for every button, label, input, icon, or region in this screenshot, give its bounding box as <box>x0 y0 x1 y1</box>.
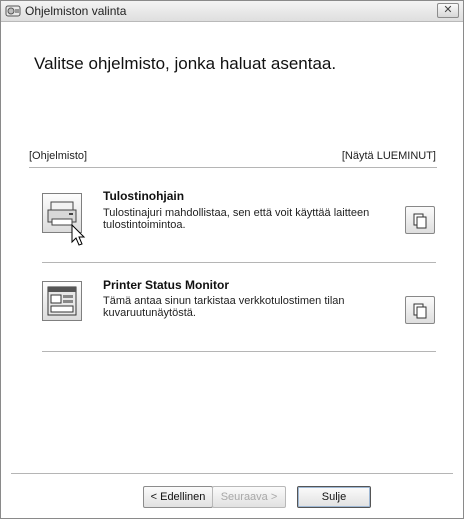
footer-divider <box>11 473 453 474</box>
item-divider <box>42 351 436 352</box>
dialog-window: Ohjelmiston valinta ✕ Valitse ohjelmisto… <box>0 0 464 519</box>
page-heading: Valitse ohjelmisto, jonka haluat asentaa… <box>34 54 337 73</box>
software-column-label: [Ohjelmisto] <box>29 150 88 162</box>
next-button[interactable]: Seuraava > <box>212 486 286 508</box>
title-bar: Ohjelmiston valinta ✕ <box>1 1 463 22</box>
window-title: Ohjelmiston valinta <box>25 4 127 18</box>
status-monitor-description: Tämä antaa sinun tarkistaa verkkotulosti… <box>103 295 345 319</box>
close-icon: ✕ <box>443 4 453 16</box>
status-monitor-title: Printer Status Monitor <box>103 278 230 292</box>
mouse-cursor-icon <box>71 224 86 246</box>
section-divider <box>29 167 437 168</box>
document-icon <box>413 213 427 229</box>
status-monitor-readme-button[interactable] <box>405 296 435 324</box>
software-setup-icon <box>5 5 21 17</box>
readme-column-label: [Näytä LUEMINUT] <box>341 150 436 162</box>
item-divider <box>42 262 436 263</box>
document-icon <box>413 303 427 319</box>
printer-driver-readme-button[interactable] <box>405 206 435 234</box>
back-button[interactable]: < Edellinen <box>143 486 213 508</box>
close-window-button[interactable]: ✕ <box>437 3 459 18</box>
status-monitor-icon <box>47 286 77 316</box>
install-status-monitor-button[interactable] <box>42 281 82 321</box>
printer-driver-description: Tulostinajuri mahdollistaa, sen että voi… <box>103 207 370 231</box>
close-button[interactable]: Sulje <box>297 486 371 508</box>
printer-driver-title: Tulostinohjain <box>103 189 185 203</box>
